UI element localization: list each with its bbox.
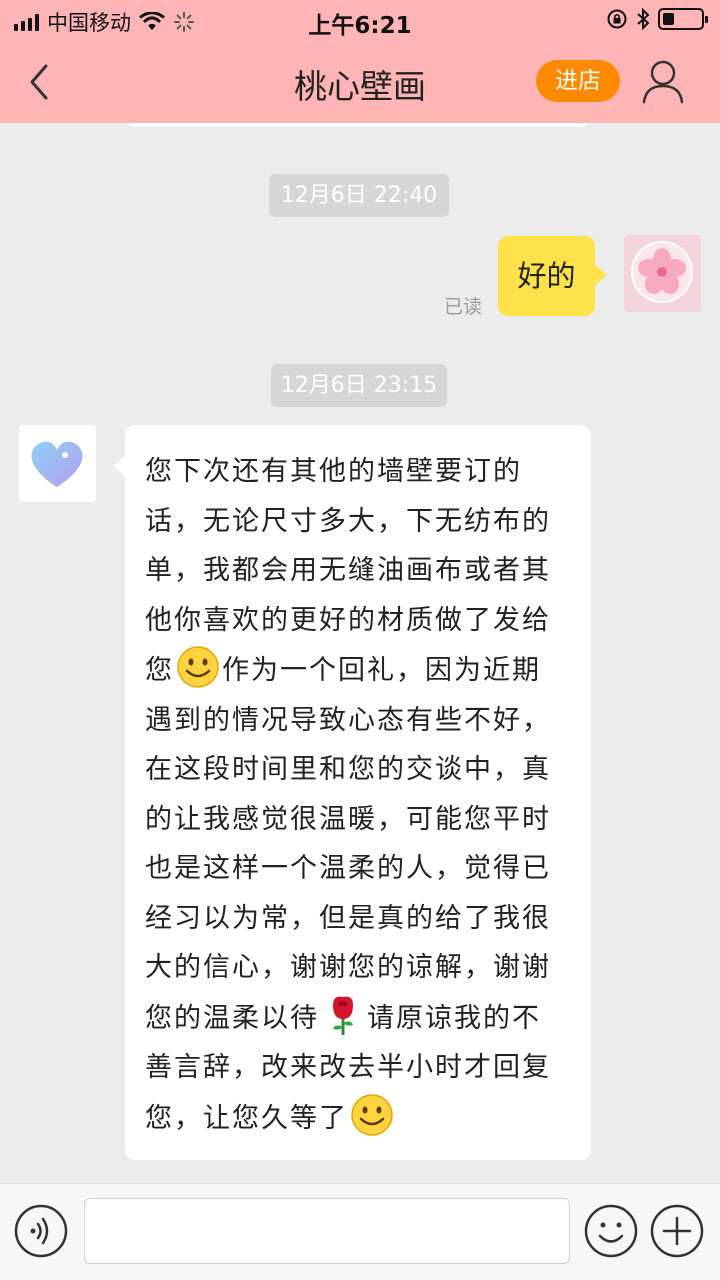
message-line: 单，我都会用无缝油画布或者其 — [145, 555, 551, 586]
plus-icon[interactable] — [650, 1204, 704, 1258]
emoji-icon[interactable] — [584, 1204, 638, 1258]
shop-avatar[interactable] — [19, 425, 96, 502]
message-line: 的让我感觉很温暖，可能您平时 — [145, 803, 551, 835]
message-line: 也是这样一个温柔的人，觉得已 — [145, 853, 551, 884]
message-line: 经习以为常，但是真的给了我很 — [145, 902, 551, 934]
own-message-bubble[interactable]: 好的 — [498, 236, 607, 316]
timestamp: 12月6日 22:40 — [269, 174, 449, 217]
smile-emoji-icon — [351, 1093, 393, 1136]
message-line: 大的信心，谢谢您的谅解，谢谢 — [145, 952, 551, 983]
user-profile-icon[interactable] — [640, 56, 686, 106]
message-segment: 作为一个回礼，因为近期 — [222, 655, 541, 686]
orientation-lock-icon — [607, 9, 627, 29]
message-line: 在这段时间里和您的交谈中，真 — [145, 754, 551, 785]
message-line: 您 作为一个回礼，因为近期 — [145, 645, 577, 696]
header: 中国移动 上午6:21 桃心壁画 进店 — [0, 0, 720, 123]
message-line: 您的温柔以待 请原谅我的不 — [145, 993, 577, 1044]
message-segment: 请原谅我的不 — [367, 1002, 541, 1034]
smile-emoji-icon — [177, 646, 219, 688]
heart-avatar-icon — [31, 441, 83, 487]
message-line: 您，让您久等了 — [145, 1093, 577, 1144]
flower-avatar-icon — [624, 235, 701, 312]
message-line: 善言辞，改来改去半小时才回复 — [145, 1052, 551, 1083]
message-line: 您下次还有其他的墙壁要订的 — [145, 456, 522, 487]
battery-level — [663, 13, 674, 25]
message-segment: 您，让您久等了 — [145, 1102, 348, 1134]
nav-bar: 桃心壁画 进店 — [0, 40, 720, 123]
message-line: 他你喜欢的更好的材质做了发给 — [145, 604, 551, 636]
rose-emoji-icon — [333, 996, 353, 1035]
enter-shop-button[interactable]: 进店 — [536, 60, 620, 102]
status-bar: 中国移动 上午6:21 — [0, 0, 720, 40]
input-bar — [0, 1183, 720, 1280]
previous-message-card — [126, 123, 590, 127]
message-text: 您下次还有其他的墙壁要订的 话，无论尺寸多大，下无纺布的 单，我都会用无缝油画布… — [145, 447, 577, 1143]
voice-icon[interactable] — [14, 1204, 68, 1258]
timestamp: 12月6日 23:15 — [271, 364, 447, 407]
message-segment: 您的温柔以待 — [145, 1002, 319, 1034]
message-line: 遇到的情况导致心态有些不好， — [145, 704, 551, 736]
message-line: 话，无论尺寸多大，下无纺布的 — [145, 505, 551, 537]
battery-icon — [658, 8, 708, 30]
chat-area[interactable]: 12月6日 22:40 好的 已读 12月6日 23:15 您下次还有其他的墙壁… — [0, 123, 720, 1183]
bluetooth-icon — [637, 8, 650, 30]
shop-message-bubble[interactable]: 您下次还有其他的墙壁要订的 话，无论尺寸多大，下无纺布的 单，我都会用无缝油画布… — [113, 425, 591, 1160]
message-input[interactable] — [84, 1198, 570, 1264]
read-status: 已读 — [444, 296, 483, 318]
message-segment: 您 — [145, 655, 174, 686]
own-avatar[interactable] — [624, 235, 701, 312]
